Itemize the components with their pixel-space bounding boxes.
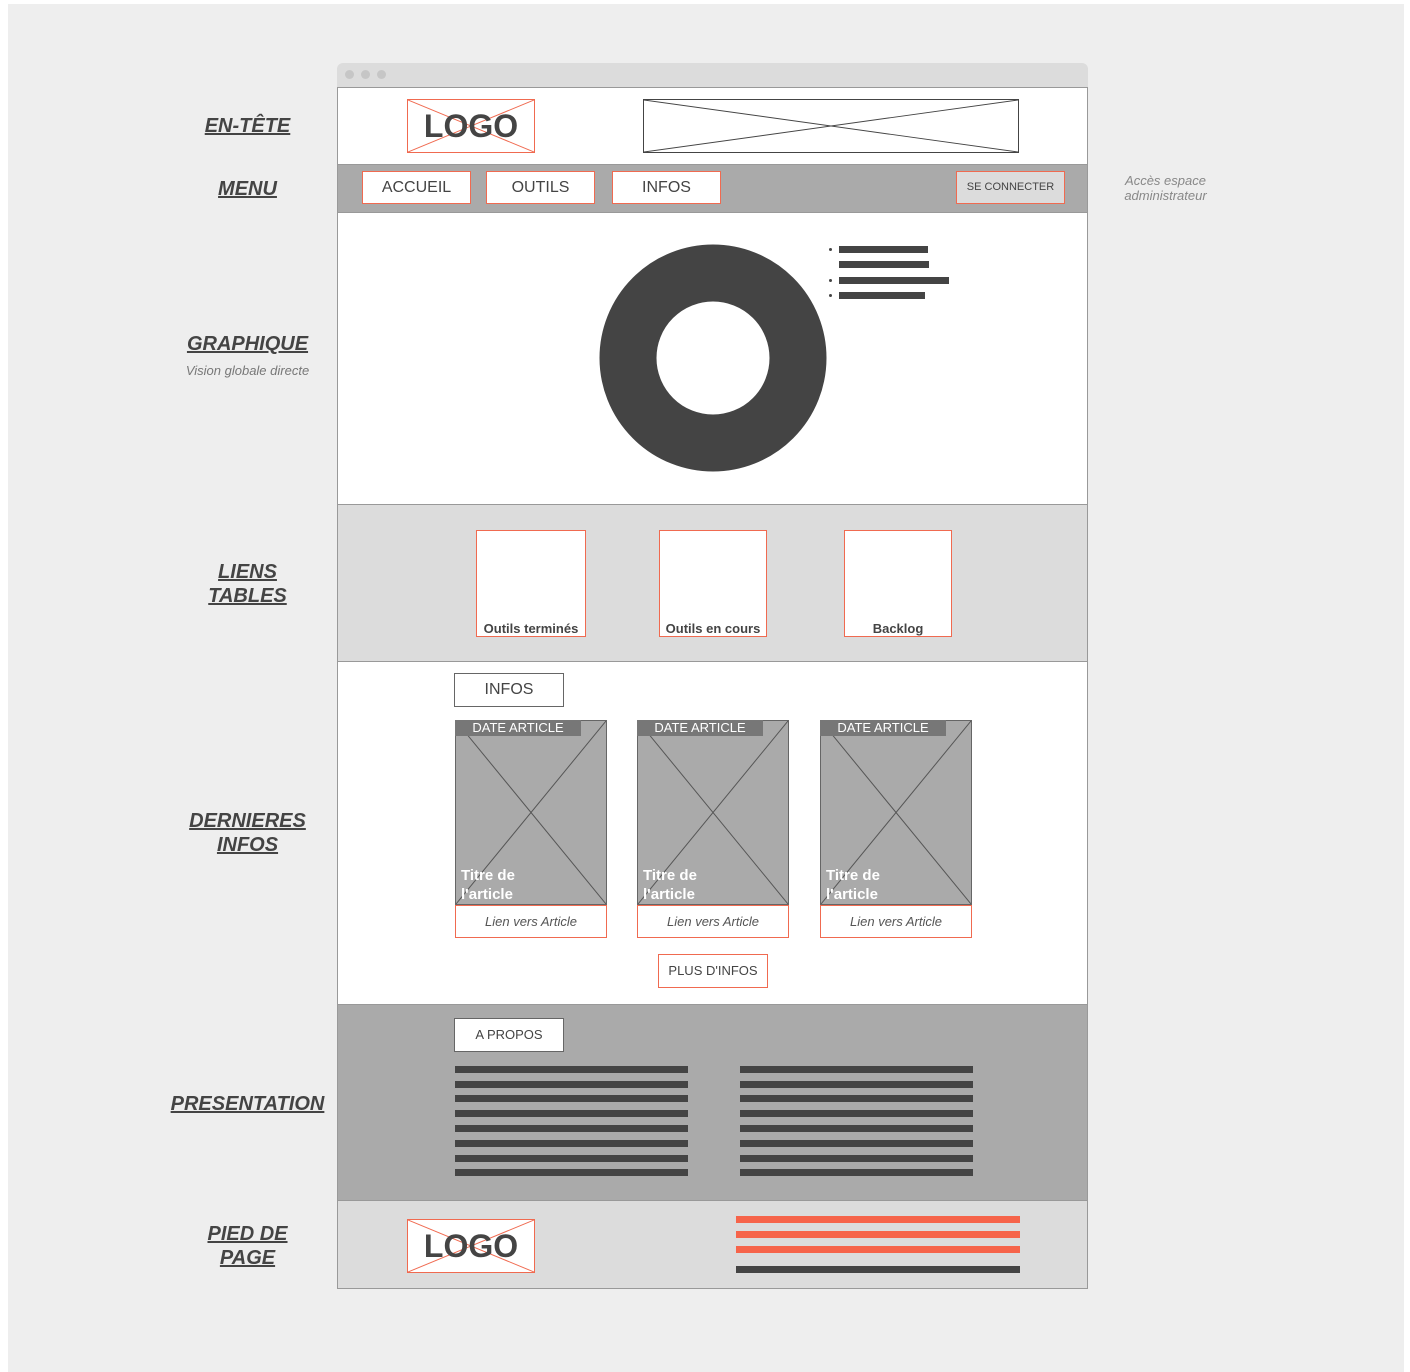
- legend-bar: [839, 246, 928, 253]
- article-link[interactable]: Lien vers Article: [820, 905, 972, 938]
- article-title: Titre de l'article: [826, 867, 880, 903]
- legend-bullet: [829, 248, 832, 251]
- label-chart: GRAPHIQUE: [186, 333, 309, 355]
- news-title-box: INFOS: [454, 673, 564, 707]
- article-date: DATE ARTICLE: [455, 720, 581, 736]
- article-link[interactable]: Lien vers Article: [637, 905, 789, 938]
- browser-title-bar: [337, 63, 1088, 87]
- label-footer-line1: PIED DE: [207, 1223, 288, 1245]
- tile-label: Outils terminés: [483, 621, 579, 636]
- text-line-placeholder: [455, 1095, 688, 1102]
- about-title-box: A PROPOS: [454, 1018, 564, 1052]
- text-line-placeholder: [455, 1169, 688, 1176]
- footer-logo-text: LOGO: [423, 1228, 519, 1264]
- label-links-tables: LIENS TABLES: [150, 560, 345, 608]
- text-line-placeholder: [740, 1125, 973, 1132]
- article-title: Titre de l'article: [643, 867, 697, 903]
- footer-text-placeholder: [736, 1266, 1020, 1273]
- label-header: EN-TÊTE: [204, 115, 291, 137]
- donut-chart: [599, 244, 827, 472]
- article-card[interactable]: DATE ARTICLE Titre de l'article Lien vers…: [455, 720, 607, 938]
- login-button[interactable]: SE CONNECTER: [956, 171, 1065, 204]
- tile-label: Backlog: [872, 621, 924, 636]
- label-menu: MENU: [218, 178, 277, 200]
- article-date: DATE ARTICLE: [820, 720, 946, 736]
- label-links-line2: TABLES: [208, 585, 287, 607]
- legend-bullet: [829, 279, 832, 282]
- donut-ring: [599, 244, 827, 472]
- label-latest-news: DERNIERES INFOS: [150, 809, 345, 857]
- tile-label: Outils en cours: [665, 621, 761, 636]
- text-line-placeholder: [740, 1140, 973, 1147]
- header-logo[interactable]: LOGO: [407, 99, 535, 153]
- text-line-placeholder: [455, 1155, 688, 1162]
- tile-outils-en-cours[interactable]: Outils en cours: [659, 530, 767, 637]
- article-card[interactable]: DATE ARTICLE Titre de l'article Lien vers…: [820, 720, 972, 938]
- text-line-placeholder: [740, 1110, 973, 1117]
- menu-item-accueil[interactable]: ACCUEIL: [362, 171, 471, 204]
- legend-bullet: [829, 294, 832, 297]
- label-news-line2: INFOS: [216, 834, 279, 856]
- article-card[interactable]: DATE ARTICLE Titre de l'article Lien vers…: [637, 720, 789, 938]
- text-line-placeholder: [455, 1081, 688, 1088]
- article-link[interactable]: Lien vers Article: [455, 905, 607, 938]
- label-footer: PIED DE PAGE: [150, 1222, 345, 1270]
- tile-backlog[interactable]: Backlog: [844, 530, 952, 637]
- text-line-placeholder: [740, 1081, 973, 1088]
- more-news-button[interactable]: PLUS D'INFOS: [658, 954, 768, 988]
- article-date: DATE ARTICLE: [637, 720, 763, 736]
- placeholder-cross-icon: [644, 100, 1018, 152]
- menu-item-infos[interactable]: INFOS: [612, 171, 721, 204]
- label-links-line1: LIENS: [218, 561, 277, 583]
- footer-link-placeholder[interactable]: [736, 1231, 1020, 1238]
- text-line-placeholder: [740, 1095, 973, 1102]
- label-footer-line2: PAGE: [219, 1247, 276, 1269]
- tile-outils-termines[interactable]: Outils terminés: [476, 530, 586, 637]
- header-logo-text: LOGO: [423, 108, 519, 144]
- text-line-placeholder: [455, 1140, 688, 1147]
- legend-bar: [839, 292, 925, 299]
- footer-link-placeholder[interactable]: [736, 1246, 1020, 1253]
- admin-note: Accès espace administrateur: [1108, 173, 1223, 203]
- window-dot-icon: [361, 70, 370, 79]
- label-news-line1: DERNIERES: [189, 810, 306, 832]
- text-line-placeholder: [740, 1169, 973, 1176]
- text-line-placeholder: [455, 1125, 688, 1132]
- label-chart-subtitle: Vision globale directe: [185, 363, 310, 378]
- window-dot-icon: [377, 70, 386, 79]
- menu-item-outils[interactable]: OUTILS: [486, 171, 595, 204]
- text-line-placeholder: [455, 1066, 688, 1073]
- presentation-section: [337, 1004, 1088, 1201]
- article-title: Titre de l'article: [461, 867, 515, 903]
- header-banner-placeholder: [643, 99, 1019, 153]
- label-presentation: PRESENTATION: [170, 1093, 325, 1115]
- window-dot-icon: [345, 70, 354, 79]
- text-line-placeholder: [455, 1110, 688, 1117]
- text-line-placeholder: [740, 1155, 973, 1162]
- admin-note-line1: Accès espace: [1125, 173, 1206, 188]
- footer-logo[interactable]: LOGO: [407, 1219, 535, 1273]
- text-line-placeholder: [740, 1066, 973, 1073]
- legend-bar: [839, 277, 949, 284]
- legend-bar: [839, 261, 929, 268]
- footer-link-placeholder[interactable]: [736, 1216, 1020, 1223]
- admin-note-line2: administrateur: [1124, 188, 1207, 203]
